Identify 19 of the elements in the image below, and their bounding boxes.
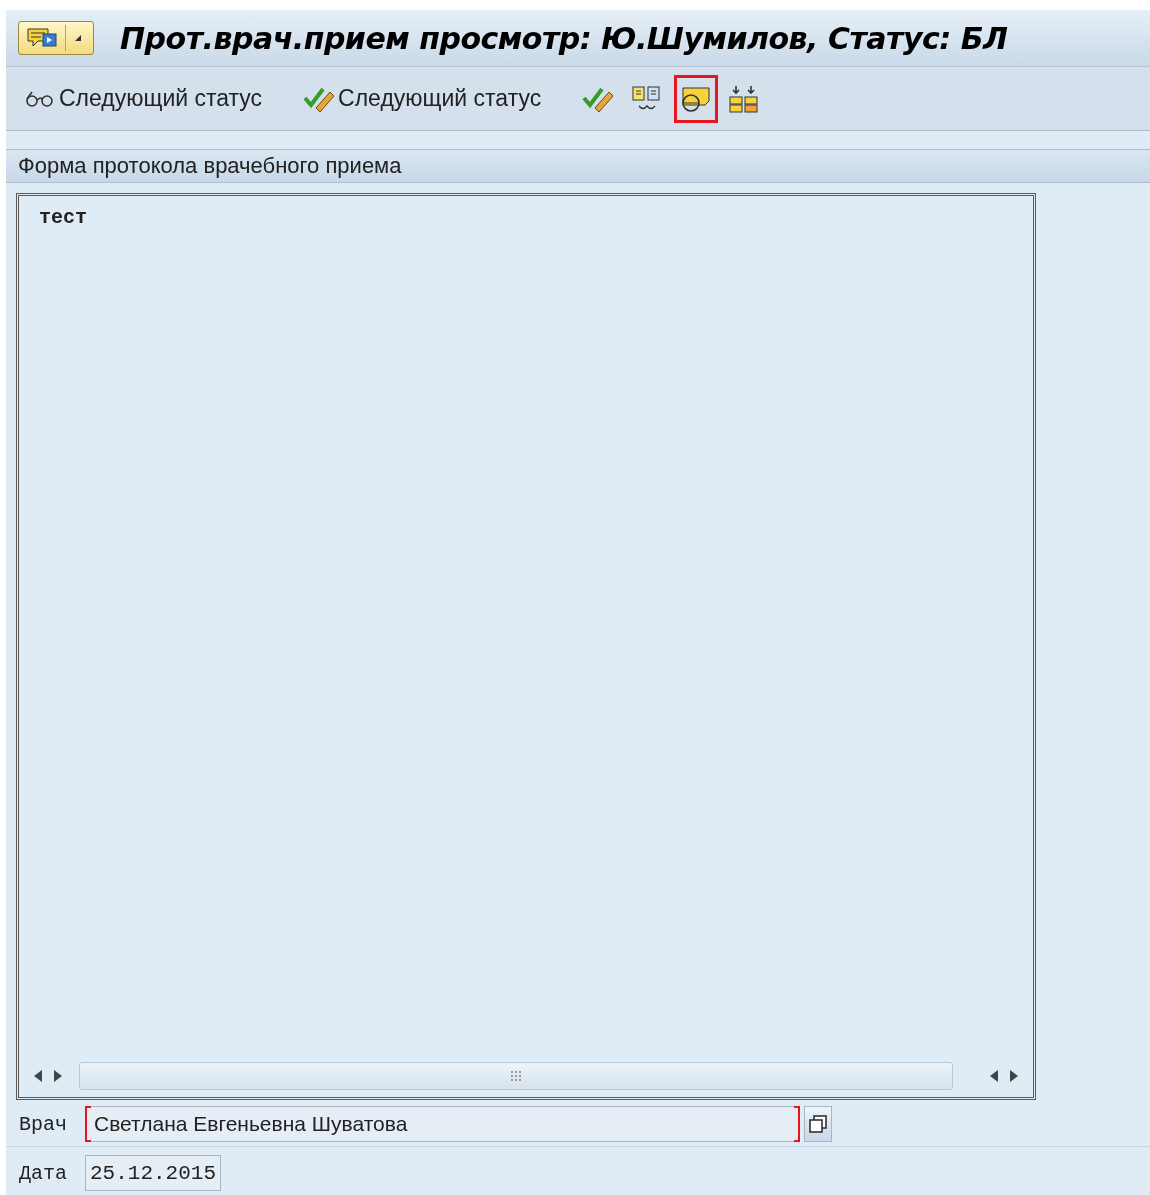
scroll-right-icon[interactable]	[53, 1069, 63, 1083]
next-status-button[interactable]: Следующий статус	[297, 74, 547, 123]
field-label: Дата	[19, 1161, 68, 1185]
next-status-button[interactable]: Следующий статус	[18, 74, 268, 123]
scroll-left-icon[interactable]	[989, 1069, 999, 1083]
field-label: Врач	[19, 1112, 68, 1136]
lookup-button[interactable]	[804, 1106, 832, 1142]
copy-icon	[809, 1115, 827, 1133]
section-header: Форма протокола врачебного приема	[17, 152, 403, 181]
dropdown-icon	[74, 34, 82, 43]
horizontal-scrollbar[interactable]	[79, 1062, 953, 1090]
toolbar-button[interactable]	[674, 74, 719, 123]
system-menu-button[interactable]	[18, 21, 94, 56]
input-field[interactable]: 25.12.2015	[85, 1155, 222, 1191]
editor-text: тест	[38, 205, 88, 232]
scroll-right-icon[interactable]	[1009, 1069, 1019, 1083]
scroll-left-icon[interactable]	[33, 1069, 43, 1083]
input-field[interactable]: Светлана Евгеньевна Шуватова	[85, 1106, 800, 1142]
window-title: Прот.врач.прием просмотр: Ю.Шумилов, Статус: БЛ	[120, 20, 1008, 56]
